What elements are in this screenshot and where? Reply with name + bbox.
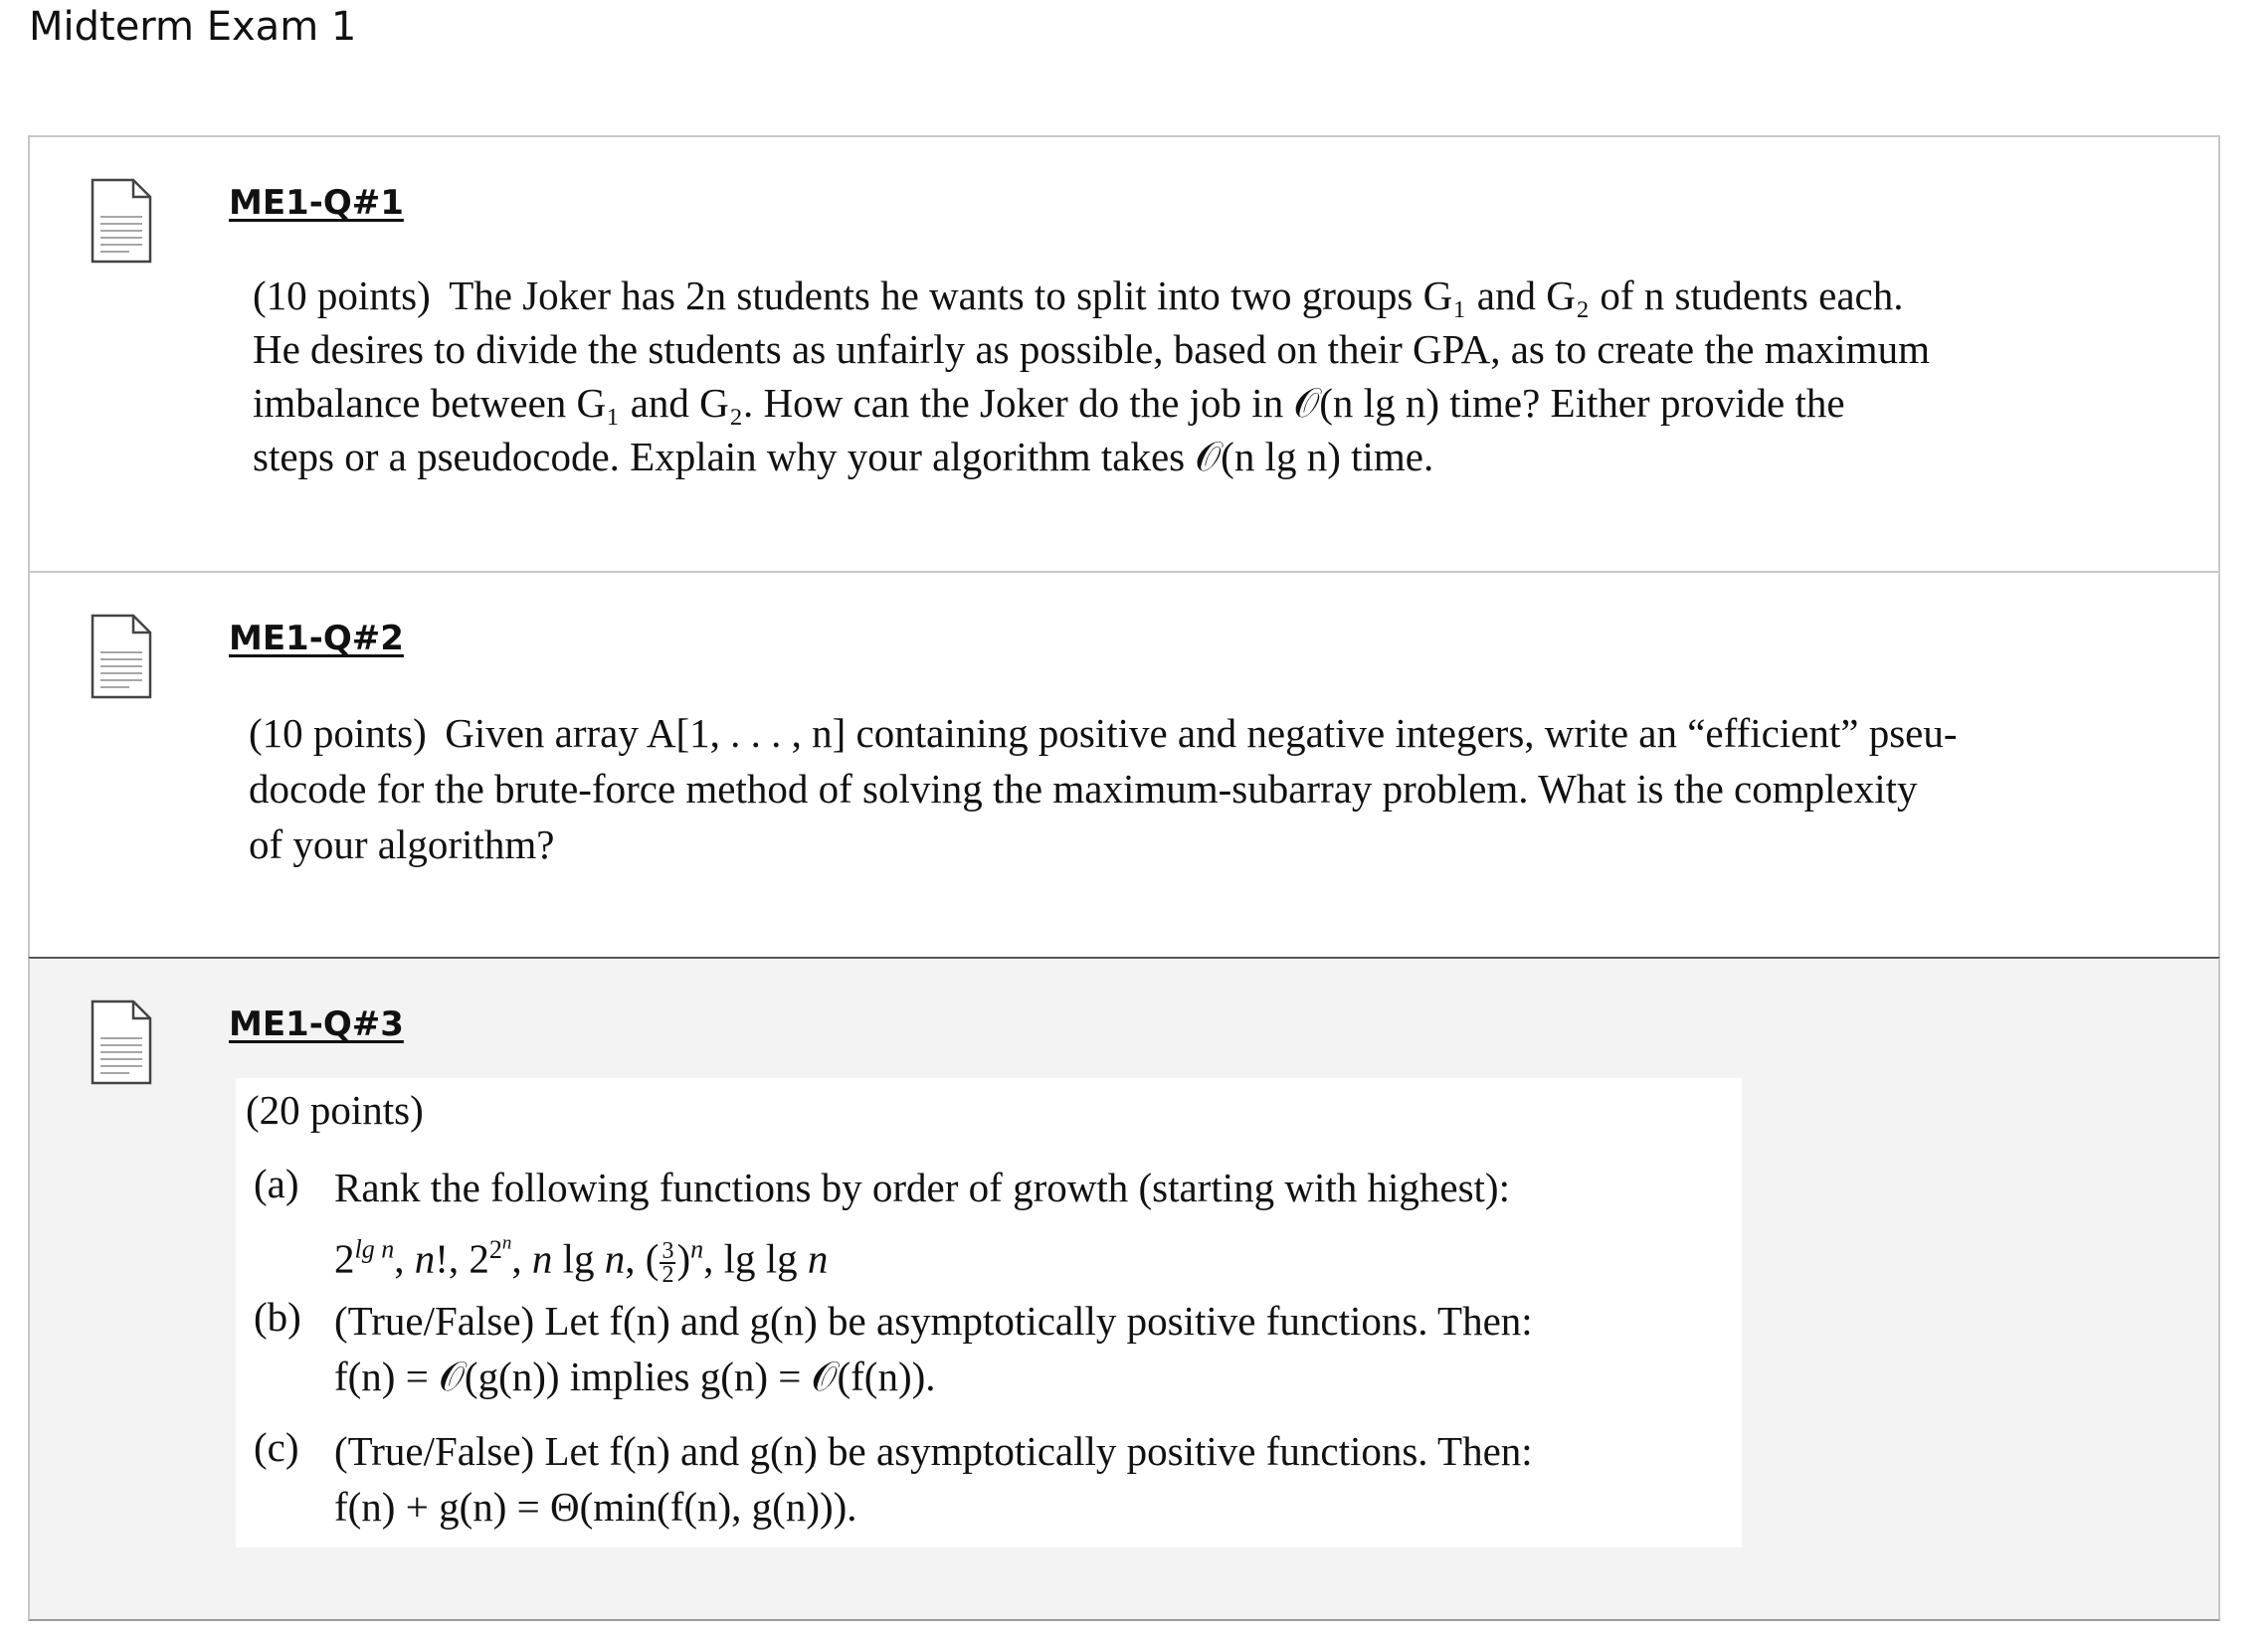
question-2-link[interactable]: ME1-Q#2 [229, 619, 404, 658]
question-3-link[interactable]: ME1-Q#3 [229, 1004, 404, 1044]
question-2-line-1: (10 points) Given array A[1, . . . , n] c… [249, 710, 1958, 756]
part-a-line-1: Rank the following functions by order of… [334, 1165, 1510, 1210]
question-2: ME1-Q#2 (10 points) Given array A[1, . . … [28, 571, 2220, 957]
part-a-functions: 2lg n, n!, 22n, n lg n, (3 2)n, lg lg n [334, 1232, 829, 1288]
question-1-points: (10 points) [253, 272, 431, 318]
question-1: ME1-Q#1 (10 points) The Joker has 2n stud… [28, 135, 2220, 571]
question-2-text: (10 points) Given array A[1, . . . , n] c… [249, 705, 2111, 872]
question-1-line-3: imbalance between G₁ and G₂. How can the… [253, 380, 1845, 426]
question-3-points: (20 points) [246, 1087, 424, 1133]
part-c-line-1: (True/False) Let f(n) and g(n) be asympt… [334, 1428, 1533, 1474]
question-1-text: (10 points) The Joker has 2n students he … [253, 269, 2067, 483]
question-1-line-4: steps or a pseudocode. Explain why your … [253, 434, 1434, 479]
question-2-points: (10 points) [249, 710, 427, 756]
question-3-content: (20 points) (a) Rank the following funct… [236, 1078, 1742, 1547]
part-b-line-2: f(n) = 𝒪(g(n)) implies g(n) = 𝒪(f(n)). [334, 1354, 936, 1399]
document-icon [91, 614, 152, 699]
question-2-line-3: of your algorithm? [249, 821, 555, 867]
question-3: ME1-Q#3 (20 points) (a) Rank the followi… [28, 957, 2220, 1621]
quiz-question-list: ME1-Q#1 (10 points) The Joker has 2n stud… [28, 135, 2220, 1621]
document-icon [91, 178, 152, 264]
question-1-line-1: (10 points) The Joker has 2n students he … [253, 272, 1904, 318]
question-1-link[interactable]: ME1-Q#1 [229, 183, 404, 223]
question-2-line-2: docode for the brute-force method of sol… [249, 766, 1918, 812]
part-c-label: (c) [254, 1424, 299, 1470]
part-a-label: (a) [254, 1161, 299, 1206]
question-1-line-2: He desires to divide the students as unf… [253, 326, 1930, 372]
part-c-line-2: f(n) + g(n) = Θ(min(f(n), g(n))). [334, 1484, 857, 1530]
page-title: Midterm Exam 1 [29, 4, 357, 50]
part-b-line-1: (True/False) Let f(n) and g(n) be asympt… [334, 1298, 1533, 1344]
document-icon [91, 999, 152, 1085]
part-b-label: (b) [254, 1294, 301, 1340]
